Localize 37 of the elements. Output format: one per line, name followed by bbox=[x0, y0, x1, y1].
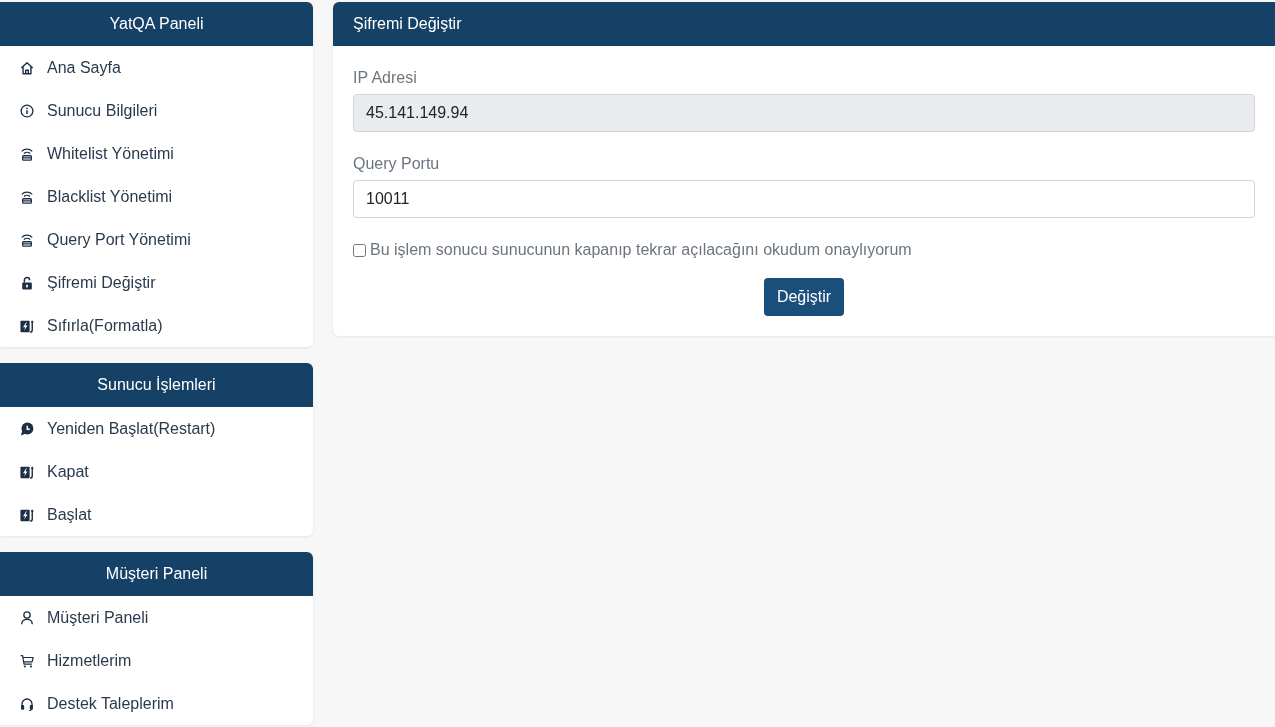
info-icon bbox=[20, 103, 34, 118]
sidebar-link[interactable]: Müşteri Paneli bbox=[0, 596, 313, 639]
padlock-icon bbox=[20, 275, 34, 290]
sidebar-link[interactable]: Başlat bbox=[0, 493, 313, 536]
router-icon bbox=[20, 189, 34, 204]
sidebar-link[interactable]: Destek Taleplerim bbox=[0, 682, 313, 725]
field-label: IP Adresi bbox=[353, 68, 418, 88]
submit-button[interactable]: Değiştir bbox=[763, 278, 845, 316]
text-field[interactable]: 45.141.149.94 bbox=[353, 94, 1255, 132]
sidebar-link[interactable]: Ana Sayfa bbox=[0, 46, 313, 89]
sidebar-link[interactable]: Blacklist Yönetimi bbox=[0, 175, 313, 218]
sidebar-link[interactable]: Whitelist Yönetimi bbox=[0, 132, 313, 175]
clock-bubble-icon bbox=[20, 421, 34, 436]
user-icon bbox=[20, 610, 34, 625]
home-icon bbox=[20, 60, 34, 75]
sidebar-link[interactable]: Hizmetlerim bbox=[0, 639, 313, 682]
headset-icon bbox=[20, 696, 34, 711]
checkbox-label: Bu işlem sonucu sunucunun kapanıp tekrar açılacağını okudum onaylıyorum bbox=[370, 241, 912, 259]
cart-icon bbox=[20, 653, 34, 668]
sidebar-link[interactable]: Yeniden Başlat(Restart) bbox=[0, 407, 313, 450]
sidebar-link[interactable]: Şifremi Değiştir bbox=[0, 261, 313, 304]
card-header: Şifremi Değiştir bbox=[333, 2, 1275, 46]
panel-header: Müşteri Paneli bbox=[0, 552, 313, 596]
sidebar-link[interactable]: Kapat bbox=[0, 450, 313, 493]
sidebar-link[interactable]: Sunucu Bilgileri bbox=[0, 89, 313, 132]
text-field[interactable]: 10011 bbox=[353, 180, 1255, 218]
panel-header: Sunucu İşlemleri bbox=[0, 363, 313, 407]
checkbox[interactable] bbox=[353, 243, 366, 257]
router-icon bbox=[20, 232, 34, 247]
bolt-tile-icon bbox=[20, 464, 34, 479]
bolt-tile-icon bbox=[20, 507, 34, 522]
panel-header: YatQA Paneli bbox=[0, 2, 313, 46]
sidebar-link[interactable]: Sıfırla(Formatla) bbox=[0, 304, 313, 347]
bolt-tile-icon bbox=[20, 318, 34, 333]
router-icon bbox=[20, 146, 34, 161]
field-label: Query Portu bbox=[353, 154, 441, 174]
sidebar-link[interactable]: Query Port Yönetimi bbox=[0, 218, 313, 261]
